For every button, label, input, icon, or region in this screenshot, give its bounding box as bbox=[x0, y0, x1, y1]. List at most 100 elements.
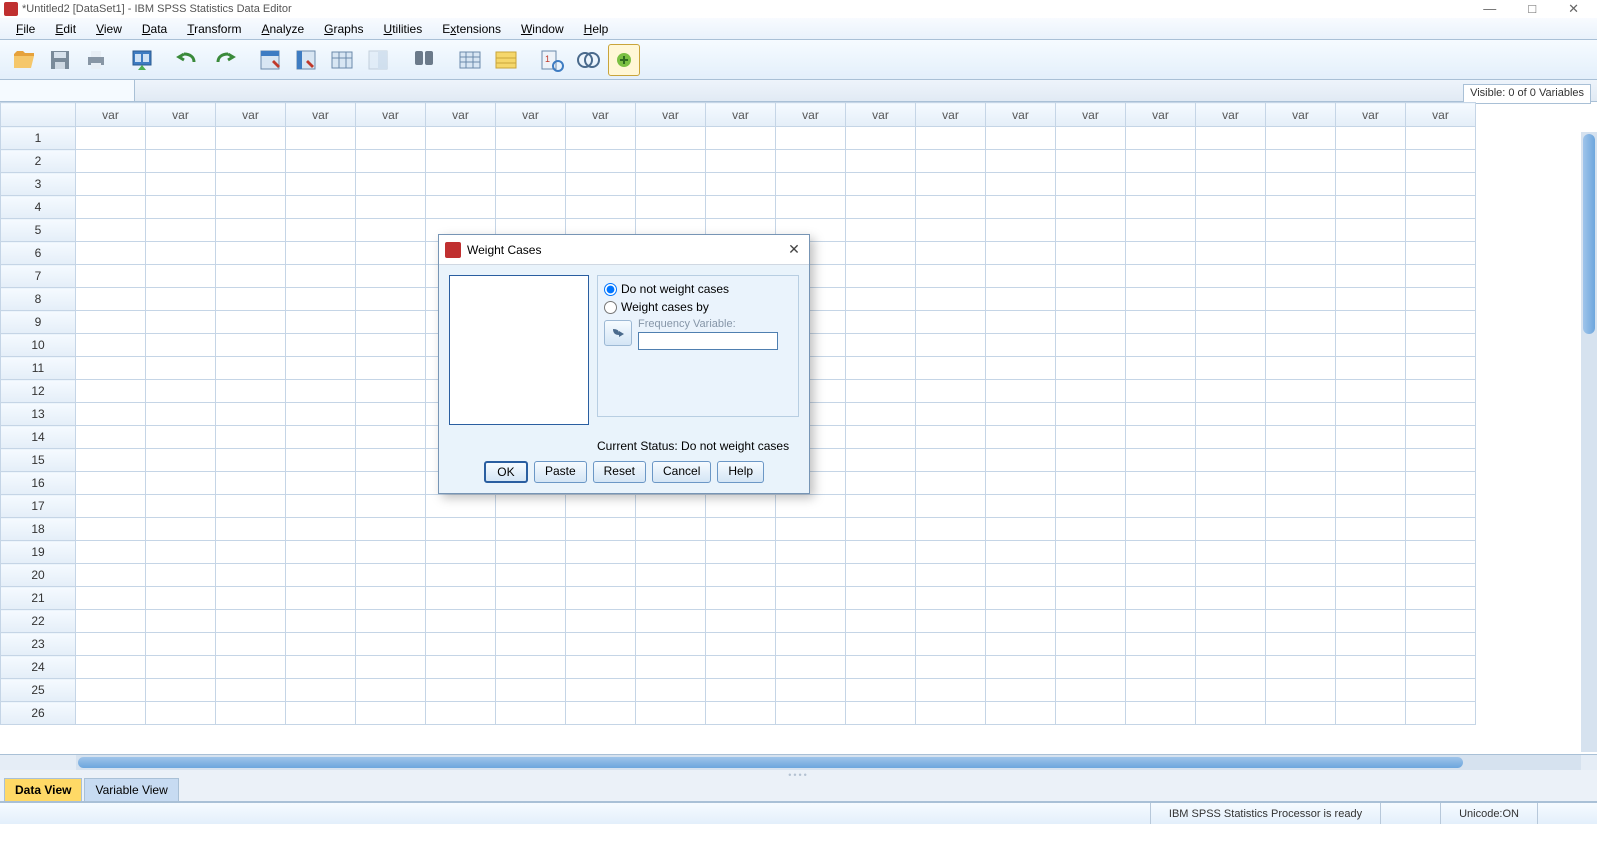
data-cell[interactable] bbox=[1196, 127, 1266, 150]
data-cell[interactable] bbox=[916, 564, 986, 587]
data-cell[interactable] bbox=[1336, 150, 1406, 173]
data-cell[interactable] bbox=[1196, 288, 1266, 311]
data-cell[interactable] bbox=[76, 541, 146, 564]
data-cell[interactable] bbox=[216, 265, 286, 288]
menu-file[interactable]: File bbox=[6, 20, 45, 38]
data-cell[interactable] bbox=[216, 702, 286, 725]
data-cell[interactable] bbox=[286, 173, 356, 196]
column-header[interactable]: var bbox=[986, 103, 1056, 127]
data-cell[interactable] bbox=[146, 587, 216, 610]
select-cases-icon[interactable]: 1 bbox=[536, 44, 568, 76]
data-cell[interactable] bbox=[286, 288, 356, 311]
data-cell[interactable] bbox=[146, 610, 216, 633]
data-cell[interactable] bbox=[216, 380, 286, 403]
data-cell[interactable] bbox=[286, 449, 356, 472]
data-cell[interactable] bbox=[1336, 173, 1406, 196]
data-cell[interactable] bbox=[286, 334, 356, 357]
data-cell[interactable] bbox=[356, 702, 426, 725]
dialog-titlebar[interactable]: Weight Cases ✕ bbox=[439, 235, 809, 265]
data-cell[interactable] bbox=[636, 173, 706, 196]
data-cell[interactable] bbox=[1266, 633, 1336, 656]
data-cell[interactable] bbox=[1336, 587, 1406, 610]
data-cell[interactable] bbox=[496, 518, 566, 541]
data-cell[interactable] bbox=[1056, 587, 1126, 610]
data-cell[interactable] bbox=[146, 196, 216, 219]
menu-data[interactable]: Data bbox=[132, 20, 177, 38]
row-header[interactable]: 18 bbox=[1, 518, 76, 541]
data-cell[interactable] bbox=[1126, 564, 1196, 587]
row-header[interactable]: 10 bbox=[1, 334, 76, 357]
column-header[interactable]: var bbox=[426, 103, 496, 127]
data-cell[interactable] bbox=[1406, 564, 1476, 587]
data-cell[interactable] bbox=[706, 173, 776, 196]
data-cell[interactable] bbox=[776, 633, 846, 656]
data-cell[interactable] bbox=[776, 610, 846, 633]
data-cell[interactable] bbox=[426, 633, 496, 656]
row-header[interactable]: 25 bbox=[1, 679, 76, 702]
data-cell[interactable] bbox=[216, 679, 286, 702]
cancel-button[interactable]: Cancel bbox=[652, 461, 711, 483]
data-cell[interactable] bbox=[76, 449, 146, 472]
data-cell[interactable] bbox=[356, 219, 426, 242]
data-cell[interactable] bbox=[356, 541, 426, 564]
data-cell[interactable] bbox=[636, 564, 706, 587]
data-cell[interactable] bbox=[1266, 288, 1336, 311]
data-cell[interactable] bbox=[1056, 219, 1126, 242]
data-cell[interactable] bbox=[1196, 564, 1266, 587]
data-cell[interactable] bbox=[566, 587, 636, 610]
data-cell[interactable] bbox=[916, 265, 986, 288]
data-cell[interactable] bbox=[146, 541, 216, 564]
reset-button[interactable]: Reset bbox=[593, 461, 646, 483]
data-cell[interactable] bbox=[76, 564, 146, 587]
row-header[interactable]: 7 bbox=[1, 265, 76, 288]
save-file-icon[interactable] bbox=[44, 44, 76, 76]
data-cell[interactable] bbox=[706, 564, 776, 587]
data-cell[interactable] bbox=[216, 656, 286, 679]
data-cell[interactable] bbox=[356, 679, 426, 702]
data-cell[interactable] bbox=[1126, 610, 1196, 633]
data-cell[interactable] bbox=[776, 173, 846, 196]
data-cell[interactable] bbox=[1126, 426, 1196, 449]
data-cell[interactable] bbox=[846, 518, 916, 541]
data-cell[interactable] bbox=[1266, 265, 1336, 288]
row-header[interactable]: 17 bbox=[1, 495, 76, 518]
data-cell[interactable] bbox=[216, 150, 286, 173]
data-cell[interactable] bbox=[916, 541, 986, 564]
data-cell[interactable] bbox=[356, 357, 426, 380]
value-labels-icon[interactable] bbox=[572, 44, 604, 76]
data-cell[interactable] bbox=[1406, 541, 1476, 564]
data-cell[interactable] bbox=[1196, 196, 1266, 219]
data-cell[interactable] bbox=[1406, 219, 1476, 242]
tab-variable-view[interactable]: Variable View bbox=[84, 778, 178, 801]
data-cell[interactable] bbox=[1406, 679, 1476, 702]
data-cell[interactable] bbox=[916, 449, 986, 472]
data-cell[interactable] bbox=[636, 150, 706, 173]
data-cell[interactable] bbox=[426, 610, 496, 633]
data-cell[interactable] bbox=[1406, 196, 1476, 219]
data-cell[interactable] bbox=[1196, 610, 1266, 633]
row-header[interactable]: 16 bbox=[1, 472, 76, 495]
data-cell[interactable] bbox=[846, 265, 916, 288]
data-cell[interactable] bbox=[1406, 357, 1476, 380]
column-header[interactable]: var bbox=[776, 103, 846, 127]
data-cell[interactable] bbox=[1126, 288, 1196, 311]
row-header[interactable]: 26 bbox=[1, 702, 76, 725]
data-cell[interactable] bbox=[1056, 357, 1126, 380]
data-cell[interactable] bbox=[1126, 219, 1196, 242]
data-cell[interactable] bbox=[146, 518, 216, 541]
data-cell[interactable] bbox=[916, 357, 986, 380]
data-cell[interactable] bbox=[426, 495, 496, 518]
data-cell[interactable] bbox=[1266, 150, 1336, 173]
data-cell[interactable] bbox=[216, 334, 286, 357]
column-header[interactable]: var bbox=[286, 103, 356, 127]
undo-icon[interactable] bbox=[172, 44, 204, 76]
data-cell[interactable] bbox=[146, 633, 216, 656]
data-cell[interactable] bbox=[566, 495, 636, 518]
data-cell[interactable] bbox=[146, 472, 216, 495]
data-cell[interactable] bbox=[1126, 472, 1196, 495]
data-cell[interactable] bbox=[426, 656, 496, 679]
row-header[interactable]: 9 bbox=[1, 311, 76, 334]
data-cell[interactable] bbox=[1406, 656, 1476, 679]
menu-analyze[interactable]: Analyze bbox=[251, 20, 314, 38]
data-cell[interactable] bbox=[286, 265, 356, 288]
